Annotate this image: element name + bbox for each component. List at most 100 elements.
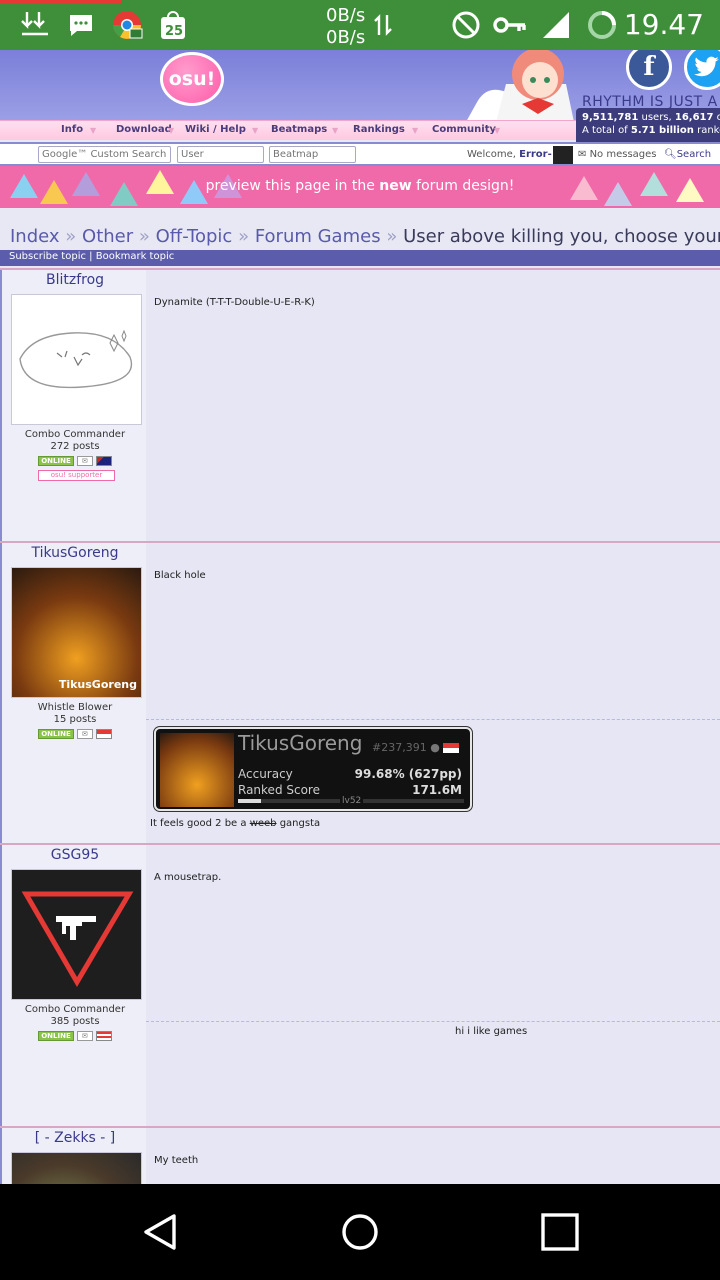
user-rank-title: Whistle Blower bbox=[37, 702, 113, 713]
back-icon[interactable] bbox=[140, 1212, 180, 1252]
breadcrumb-separator: » bbox=[138, 226, 150, 247]
twitter-icon[interactable] bbox=[684, 50, 720, 90]
welcome-prefix: Welcome, bbox=[467, 149, 520, 160]
user-avatar[interactable] bbox=[11, 294, 142, 425]
topic-actions-bar: Subscribe topic | Bookmark topic bbox=[0, 250, 720, 266]
user-avatar[interactable] bbox=[553, 146, 573, 164]
facebook-icon[interactable]: f bbox=[626, 50, 672, 90]
ranked-score-label: Ranked Score bbox=[238, 783, 320, 797]
post-text: A mousetrap. bbox=[154, 872, 222, 883]
signature-rank: #237,391 ● bbox=[372, 741, 460, 754]
signature-text: hi i like games bbox=[455, 1026, 528, 1037]
messages-link[interactable]: ✉ No messages bbox=[578, 149, 657, 160]
user-signature-card[interactable]: TikusGoreng #237,391 ● Accuracy 99.68% (… bbox=[154, 727, 472, 811]
home-icon[interactable] bbox=[340, 1212, 380, 1252]
breadcrumb-separator: » bbox=[65, 226, 77, 247]
ranked-suffix: ranked p bbox=[697, 125, 720, 136]
user-post-count: 15 posts bbox=[53, 714, 97, 725]
breadcrumb-forum-games[interactable]: Forum Games bbox=[255, 226, 381, 247]
pm-icon[interactable]: ✉ bbox=[76, 729, 93, 739]
post-username[interactable]: TikusGoreng bbox=[2, 545, 148, 561]
subscribe-topic-link[interactable]: Subscribe topic bbox=[9, 251, 86, 262]
google-search-input[interactable] bbox=[38, 146, 171, 163]
status-bar: 25 0B/s 0B/s 19.47 bbox=[0, 0, 720, 50]
forum-post: [ - Zekks - ] My teeth bbox=[0, 1126, 720, 1184]
user-rank-title: Combo Commander bbox=[24, 1004, 126, 1015]
breadcrumb-off-topic[interactable]: Off-Topic bbox=[156, 226, 233, 247]
signature-text-strike: weeb bbox=[249, 818, 277, 829]
post-body bbox=[146, 270, 720, 541]
beatmap-search-input[interactable] bbox=[269, 146, 356, 163]
user-rank-title: Combo Commander bbox=[24, 429, 126, 440]
ranked-score-value: 171.6M bbox=[412, 783, 462, 797]
country-flag-icon bbox=[95, 729, 112, 739]
osu-logo[interactable]: osu! bbox=[160, 52, 224, 106]
main-nav: Info ▼ Download ▼ Wiki / Help ▼ Beatmaps… bbox=[0, 120, 576, 140]
data-transfer-icon bbox=[372, 10, 394, 40]
accuracy-value: 99.68% (627pp) bbox=[354, 767, 462, 781]
nav-wiki-help[interactable]: Wiki / Help bbox=[185, 124, 246, 135]
online-badge: ONLINE bbox=[38, 729, 74, 739]
chevron-down-icon: ▼ bbox=[494, 126, 501, 135]
forum-post: Blitzfrog Combo Commander 272 posts ONLI… bbox=[0, 268, 720, 541]
ranked-prefix: A total of bbox=[582, 125, 631, 136]
post-body bbox=[146, 1128, 720, 1184]
signature-text-suffix: gangsta bbox=[276, 818, 321, 829]
download-icon bbox=[18, 10, 52, 40]
user-avatar[interactable] bbox=[11, 869, 142, 1000]
signal-icon bbox=[540, 10, 572, 40]
chat-icon bbox=[66, 10, 96, 40]
recents-icon[interactable] bbox=[540, 1212, 580, 1252]
country-flag-icon bbox=[95, 456, 112, 466]
user-avatar[interactable]: TikusGoreng bbox=[11, 567, 142, 698]
bookmark-topic-link[interactable]: Bookmark topic bbox=[96, 251, 175, 262]
nav-info[interactable]: Info bbox=[61, 124, 83, 135]
username-link[interactable]: Error- bbox=[519, 149, 552, 160]
online-count: 16,617 bbox=[674, 112, 714, 123]
chevron-down-icon: ▼ bbox=[252, 126, 259, 135]
nav-community[interactable]: Community bbox=[432, 124, 496, 135]
search-link[interactable]: 🔍︎Search bbox=[664, 149, 711, 160]
post-text: Dynamite (T-T-T-Double-U-E-R-K) bbox=[154, 297, 315, 308]
new-design-banner[interactable]: preview this page in the new forum desig… bbox=[0, 166, 720, 208]
clock: 19.47 bbox=[623, 8, 704, 41]
signature-username: TikusGoreng bbox=[238, 731, 363, 755]
signature-avatar bbox=[160, 733, 234, 807]
envelope-icon: ✉ bbox=[578, 149, 587, 160]
users-suffix: users, bbox=[638, 112, 675, 123]
nav-beatmaps[interactable]: Beatmaps bbox=[271, 124, 327, 135]
status-dot-icon: ● bbox=[430, 741, 440, 754]
post-username[interactable]: [ - Zekks - ] bbox=[2, 1130, 148, 1146]
pm-icon[interactable]: ✉ bbox=[76, 456, 93, 466]
signature-divider bbox=[146, 1021, 720, 1022]
chevron-down-icon: ▼ bbox=[332, 126, 339, 135]
forum-post: TikusGoreng TikusGoreng Whistle Blower 1… bbox=[0, 541, 720, 843]
post-username[interactable]: Blitzfrog bbox=[2, 272, 148, 288]
new-design-suffix: forum design! bbox=[411, 178, 515, 194]
nav-download[interactable]: Download bbox=[116, 124, 172, 135]
breadcrumb-other[interactable]: Other bbox=[82, 226, 133, 247]
country-flag-icon bbox=[95, 1031, 112, 1041]
battery-icon bbox=[586, 10, 618, 40]
users-count: 9,511,781 bbox=[582, 112, 639, 123]
country-flag-icon bbox=[443, 743, 460, 753]
net-up-speed: 0B/s bbox=[326, 5, 366, 26]
new-design-bold: new bbox=[379, 178, 412, 194]
signature-text-prefix: It feels good 2 be a bbox=[150, 818, 250, 829]
pm-icon[interactable]: ✉ bbox=[76, 1031, 93, 1041]
level-progress-fill bbox=[238, 799, 261, 803]
user-search-input[interactable] bbox=[177, 146, 264, 163]
breadcrumb-current-topic[interactable]: User above killing you, choose your weap… bbox=[403, 226, 720, 247]
web-content[interactable]: osu! RHYTHM IS JUST A f 9,511,781 users,… bbox=[0, 50, 720, 1184]
level-label: lv52 bbox=[340, 796, 364, 806]
user-avatar[interactable] bbox=[11, 1152, 142, 1184]
notification-count: 25 bbox=[164, 24, 184, 39]
breadcrumb-index[interactable]: Index bbox=[10, 226, 60, 247]
site-stats: 9,511,781 users, 16,617 onlin A total of… bbox=[576, 108, 720, 142]
new-design-message[interactable]: preview this page in the new forum desig… bbox=[0, 178, 720, 194]
avatar-caption: TikusGoreng bbox=[58, 678, 137, 691]
post-username[interactable]: GSG95 bbox=[2, 847, 148, 863]
nav-rankings[interactable]: Rankings bbox=[353, 124, 405, 135]
new-design-prefix: preview this page in the bbox=[205, 178, 380, 194]
chrome-icon bbox=[110, 10, 144, 40]
